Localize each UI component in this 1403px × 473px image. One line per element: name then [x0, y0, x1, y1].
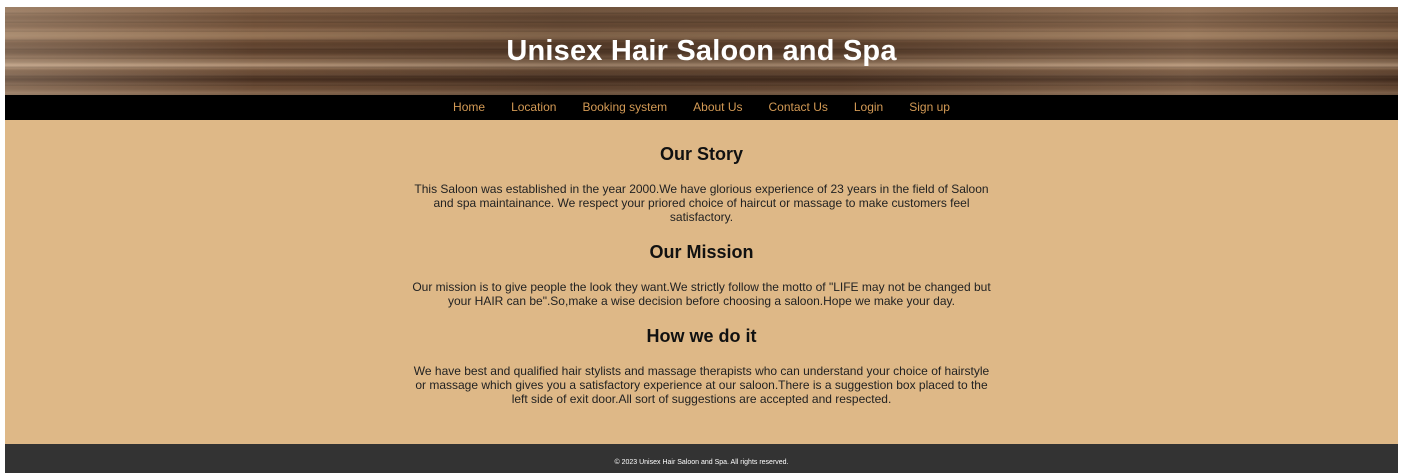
nav-link-home[interactable]: Home — [440, 95, 498, 120]
nav-link-location[interactable]: Location — [498, 95, 569, 120]
nav-link-login[interactable]: Login — [841, 95, 896, 120]
footer-copyright: © 2023 Unisex Hair Saloon and Spa. All r… — [614, 459, 789, 466]
nav-link-about-us[interactable]: About Us — [680, 95, 755, 120]
section-text: This Saloon was established in the year … — [414, 182, 989, 224]
section-text: Our mission is to give people the look t… — [412, 280, 991, 308]
nav-link-sign-up[interactable]: Sign up — [896, 95, 963, 120]
main-nav: Home Location Booking system About Us Co… — [5, 95, 1398, 120]
section-heading: Our Story — [659, 144, 743, 164]
section-our-mission: Our Mission Our mission is to give peopl… — [5, 242, 1398, 308]
page: Unisex Hair Saloon and Spa Home Location… — [5, 7, 1398, 473]
nav-link-contact-us[interactable]: Contact Us — [756, 95, 841, 120]
section-text: We have best and qualified hair stylists… — [413, 364, 990, 406]
site-footer: © 2023 Unisex Hair Saloon and Spa. All r… — [5, 444, 1398, 473]
site-title: Unisex Hair Saloon and Spa — [506, 35, 897, 67]
section-how-we-do-it: How we do it We have best and qualified … — [5, 326, 1398, 406]
main-content: Our Story This Saloon was established in… — [5, 120, 1398, 444]
nav-link-booking-system[interactable]: Booking system — [569, 95, 680, 120]
section-heading: Our Mission — [649, 242, 754, 262]
section-our-story: Our Story This Saloon was established in… — [5, 144, 1398, 224]
site-header: Unisex Hair Saloon and Spa — [5, 7, 1398, 95]
section-heading: How we do it — [646, 326, 757, 346]
